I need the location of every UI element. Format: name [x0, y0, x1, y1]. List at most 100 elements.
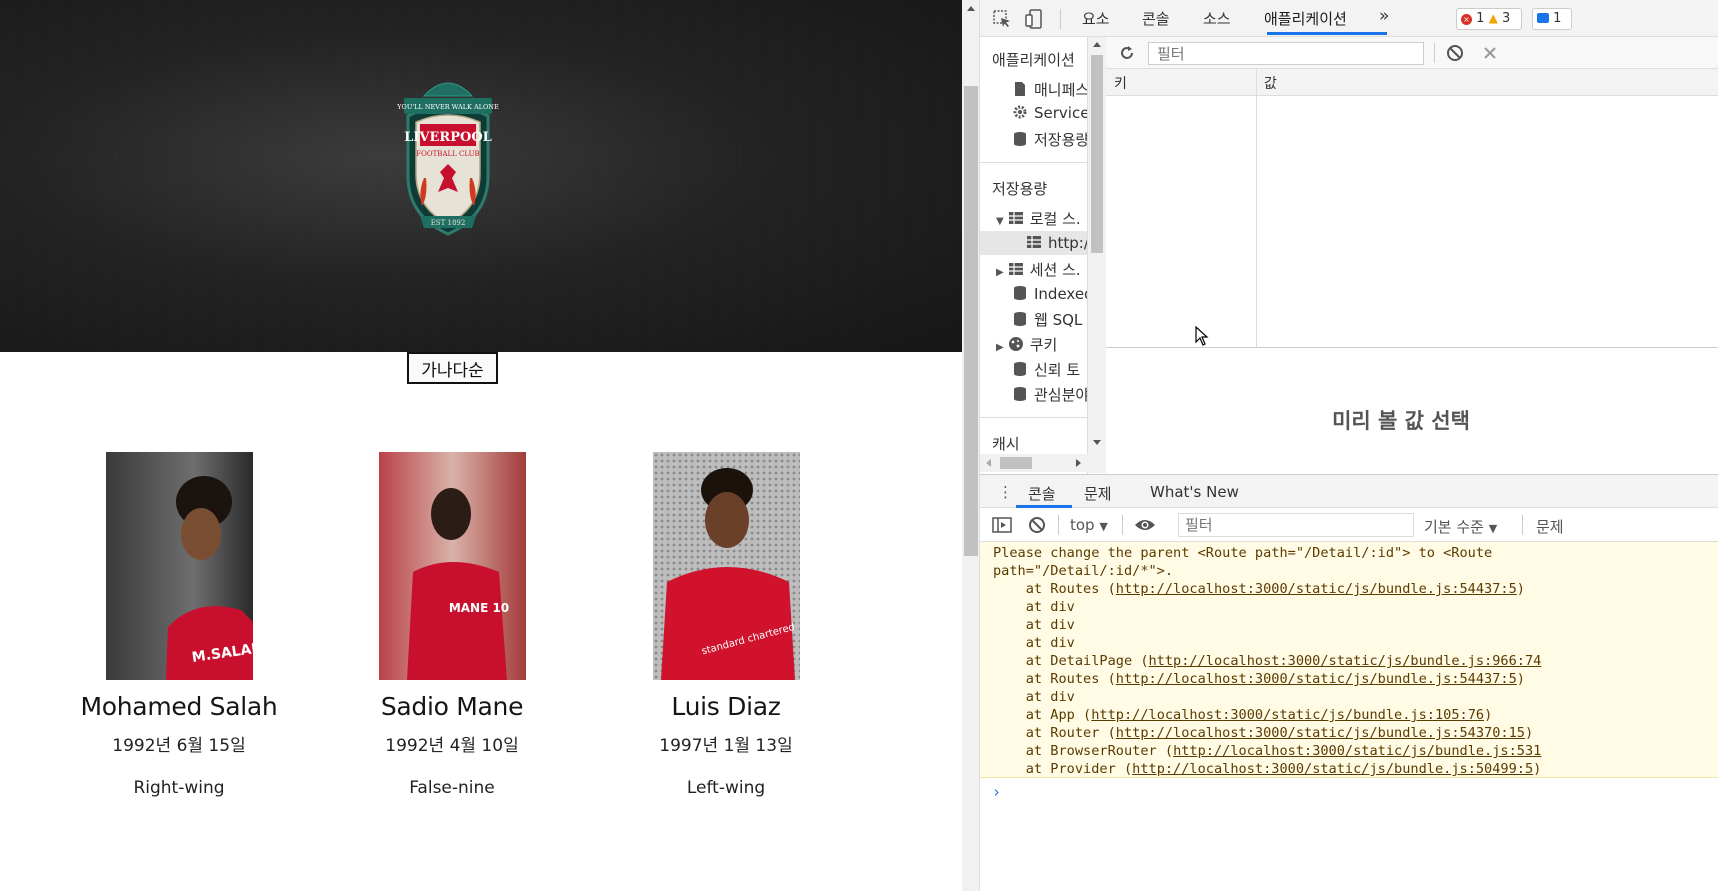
sidebar-item-local-storage[interactable]: ▼ 로컬 스. — [996, 208, 1081, 229]
stack-frame-link[interactable]: http://localhost:3000/static/js/bundle.j… — [1091, 707, 1484, 723]
expand-arrow-icon[interactable]: ▶ — [996, 342, 1004, 353]
stack-frame-link[interactable]: http://localhost:3000/static/js/bundle.j… — [1132, 761, 1533, 777]
player-card[interactable]: M.SALAH Mohamed Salah 1992년 6월 15일 Right… — [54, 452, 304, 798]
column-divider[interactable] — [1256, 69, 1257, 347]
preview-splitter[interactable] — [1106, 347, 1718, 348]
sidebar-item-manifest[interactable]: 매니페스 — [1012, 79, 1087, 100]
player-card[interactable]: MANE 10 Sadio Mane 1992년 4월 10일 False-ni… — [327, 452, 577, 798]
sidebar-toggle-icon[interactable] — [992, 516, 1012, 534]
sidebar-item-service-workers[interactable]: Service ' — [1012, 104, 1087, 122]
database-icon — [1014, 387, 1026, 401]
console-line: at BrowserRouter (http://localhost:3000/… — [993, 742, 1542, 760]
stack-frame-prefix: at Routes ( — [993, 671, 1116, 687]
tab-console[interactable]: 콘솔 — [1142, 8, 1170, 29]
player-name: Luis Diaz — [671, 692, 781, 721]
scrollbar-thumb[interactable] — [1000, 457, 1032, 469]
grid-icon — [1008, 263, 1023, 275]
delete-selected-icon[interactable] — [1482, 45, 1498, 61]
messages-badge[interactable]: 1 — [1532, 8, 1572, 30]
sidebar-item-indexeddb[interactable]: Indexed — [1012, 285, 1088, 303]
context-selector[interactable]: top ▼ — [1070, 516, 1108, 534]
expand-arrow-icon[interactable]: ▼ — [996, 216, 1004, 227]
tab-elements[interactable]: 요소 — [1082, 8, 1110, 29]
error-warning-badge[interactable]: × 1 ▲ 3 — [1456, 8, 1522, 30]
console-line: at div — [993, 617, 1075, 633]
tab-sources[interactable]: 소스 — [1203, 8, 1231, 29]
sidebar-horizontal-scrollbar[interactable] — [980, 454, 1088, 472]
expand-arrow-icon[interactable]: ▶ — [996, 267, 1004, 278]
refresh-icon[interactable] — [1118, 44, 1136, 62]
scroll-up-icon[interactable] — [1093, 42, 1101, 47]
sidebar-item-web-sql[interactable]: 웹 SQL — [1012, 309, 1082, 330]
column-key[interactable]: 키 — [1114, 73, 1127, 93]
scrollbar-thumb[interactable] — [1091, 55, 1103, 253]
stack-frame-link[interactable]: http://localhost:3000/static/js/bundle.j… — [1149, 653, 1542, 669]
warning-icon: ▲ — [1488, 11, 1498, 25]
drawer-tab-whats-new[interactable]: What's New — [1150, 483, 1239, 501]
clear-console-icon[interactable] — [1028, 516, 1046, 534]
sidebar-item-session-storage[interactable]: ▶ 세션 스. — [996, 259, 1081, 280]
console-line: at Routes (http://localhost:3000/static/… — [993, 670, 1525, 688]
sort-alphabetical-button[interactable]: 가나다순 — [407, 352, 498, 384]
device-toolbar-icon[interactable] — [1024, 9, 1044, 29]
sidebar-item-cookies[interactable]: ▶ 쿠키 — [996, 334, 1057, 355]
more-tabs-chevron-icon[interactable]: » — [1379, 6, 1389, 26]
drawer-menu-icon[interactable]: ⋮ — [998, 483, 1013, 501]
player-position: Right-wing — [133, 778, 225, 798]
column-value[interactable]: 값 — [1264, 73, 1277, 93]
stack-frame-prefix: at Provider ( — [993, 761, 1133, 777]
inspect-element-icon[interactable] — [992, 9, 1012, 29]
player-name: Mohamed Salah — [80, 692, 278, 721]
database-icon — [1014, 132, 1026, 146]
cookie-icon — [1008, 337, 1023, 351]
sidebar-item-label: 세션 스. — [1029, 261, 1081, 279]
stack-frame-suffix: ) — [1533, 761, 1542, 777]
sidebar-item-localhost[interactable]: http:/ — [1026, 234, 1088, 252]
crest-club-text: LIVERPOOL — [404, 130, 492, 145]
sidebar-vertical-scrollbar[interactable] — [1088, 37, 1106, 473]
console-filter-input[interactable] — [1178, 513, 1414, 537]
page-scrollbar[interactable] — [962, 0, 980, 891]
stack-frame-suffix: ) — [1484, 707, 1493, 723]
sidebar-item-label: http:/ — [1048, 234, 1088, 252]
clear-all-icon[interactable] — [1446, 44, 1464, 62]
stack-frame-link[interactable]: http://localhost:3000/static/js/bundle.j… — [1116, 725, 1525, 741]
scrollbar-thumb[interactable] — [964, 86, 978, 556]
sidebar-item-label: Indexed — [1034, 285, 1088, 303]
console-input-area[interactable] — [980, 778, 1718, 891]
scroll-up-icon[interactable] — [967, 6, 975, 11]
stack-frame-prefix: at Routes ( — [993, 581, 1116, 597]
sidebar-item-storage[interactable]: 저장용량 — [1012, 129, 1088, 150]
scroll-right-icon[interactable] — [1076, 459, 1081, 467]
storage-filter-input[interactable] — [1148, 42, 1424, 65]
scroll-down-icon[interactable] — [1093, 440, 1101, 445]
player-birthdate: 1997년 1월 13일 — [659, 736, 793, 756]
console-line: at App (http://localhost:3000/static/js/… — [993, 706, 1493, 724]
scroll-left-icon[interactable] — [986, 459, 991, 467]
player-photo[interactable]: M.SALAH — [105, 452, 253, 680]
issues-button[interactable]: 문제 — [1536, 516, 1564, 537]
console-line: Please change the parent <Route path="/D… — [993, 545, 1493, 561]
player-card[interactable]: standard chartered Luis Diaz 1997년 1월 13… — [601, 452, 851, 798]
sidebar-item-label: 저장용량 — [1034, 131, 1088, 149]
context-value: top — [1070, 516, 1095, 534]
devtools-tabbar: 요소 콘솔 소스 애플리케이션 » × 1 ▲ 3 1 — [980, 0, 1718, 37]
player-birthdate: 1992년 4월 10일 — [385, 736, 519, 756]
stack-frame-link[interactable]: http://localhost:3000/static/js/bundle.j… — [1173, 743, 1541, 759]
sidebar-item-label: 관심분야 — [1034, 386, 1088, 404]
console-line: at Provider (http://localhost:3000/stati… — [993, 760, 1542, 777]
sidebar-item-interest-groups[interactable]: 관심분야 — [1012, 384, 1088, 405]
drawer-tab-console[interactable]: 콘솔 — [1028, 483, 1056, 504]
player-photo[interactable]: standard chartered — [652, 452, 800, 680]
tab-application[interactable]: 애플리케이션 — [1264, 8, 1347, 29]
web-page: LIVERPOOL FOOTBALL CLUB YOU'LL NEVER WAL… — [0, 0, 962, 891]
stack-frame-link[interactable]: http://localhost:3000/static/js/bundle.j… — [1116, 581, 1517, 597]
drawer-tab-issues[interactable]: 문제 — [1084, 483, 1112, 504]
stack-frame-link[interactable]: http://localhost:3000/static/js/bundle.j… — [1116, 671, 1517, 687]
console-prompt-icon[interactable]: › — [992, 783, 1001, 801]
player-photo[interactable]: MANE 10 — [378, 452, 526, 680]
sidebar-item-label: 로컬 스. — [1029, 210, 1081, 228]
sidebar-item-trust-tokens[interactable]: 신뢰 토 — [1012, 359, 1080, 380]
log-level-selector[interactable]: 기본 수준 ▼ — [1424, 516, 1497, 537]
eye-icon[interactable] — [1134, 517, 1156, 533]
